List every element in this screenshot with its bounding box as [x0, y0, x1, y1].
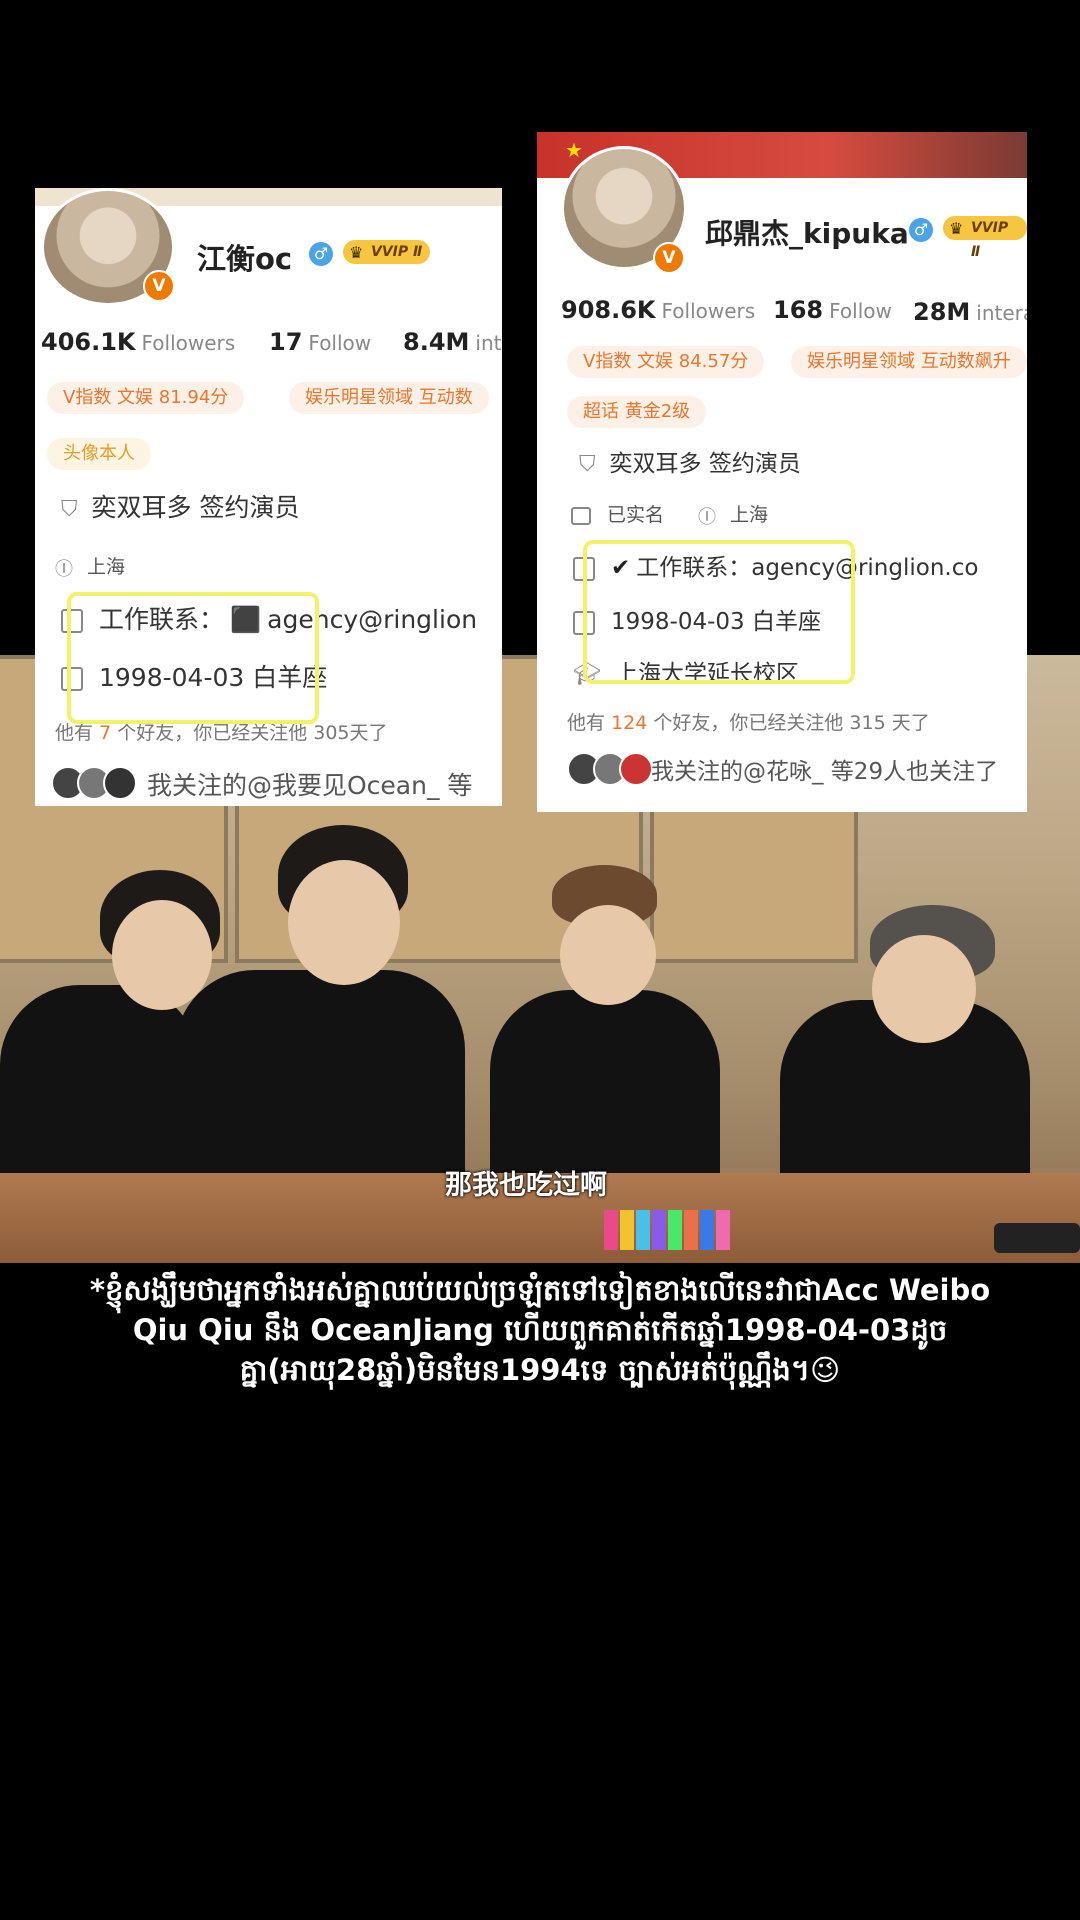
verified-row: 已实名 Ⓘ 上海: [571, 500, 768, 529]
domain-tag[interactable]: 娱乐明星领域 互动数: [289, 382, 489, 414]
follow-count: 168: [773, 296, 824, 324]
ip-row: Ⓘ 上海: [55, 552, 125, 581]
followers-stat[interactable]: 908.6K Followers: [561, 296, 755, 324]
interactions-stat[interactable]: 28Mintera: [913, 298, 1027, 326]
v-index-tag[interactable]: V指数 文娱 84.57分: [567, 346, 765, 378]
followers-label: Followers: [661, 299, 756, 323]
video-subtitle: 那我也吃过啊: [445, 1170, 607, 1201]
interactions-count: 28M: [913, 298, 971, 326]
male-gender-icon: ♂: [309, 242, 333, 266]
followers-count: 908.6K: [561, 296, 656, 324]
phone-on-table: [994, 1223, 1080, 1253]
avatar-real-tag[interactable]: 头像本人: [47, 438, 151, 470]
mutual-avatars[interactable]: [567, 752, 653, 790]
mutual-follow-text[interactable]: 我关注的@我要见Ocean_ 等: [147, 766, 472, 802]
verified-v-badge: V: [653, 242, 685, 274]
profile-name: 邱鼎杰_kipuka: [705, 217, 909, 250]
agency-text: 奕双耳多 签约演员: [91, 493, 300, 522]
followers-label: Followers: [141, 331, 236, 355]
friends-suffix: 个好友，你已经关注他 305天了: [117, 722, 388, 744]
follow-stat[interactable]: 168 Follow: [773, 296, 892, 324]
crown-icon: ♛: [949, 219, 964, 238]
friends-prefix: 他有: [55, 722, 94, 744]
profile-card-right: ★ V 邱鼎杰_kipuka ♂ ♛ VVIP Ⅱ 908.6K Followers…: [537, 132, 1027, 812]
interactions-stat[interactable]: 8.4M int: [403, 328, 501, 356]
follow-label: Follow: [829, 299, 892, 323]
ip-icon: Ⓘ: [698, 506, 717, 528]
super-topic-tag[interactable]: 超话 黄金2级: [567, 396, 707, 428]
color-markers: [604, 1210, 730, 1250]
vvip-label: VVIP Ⅱ: [371, 244, 423, 260]
vvip-badge[interactable]: ♛ VVIP Ⅱ: [943, 216, 1027, 260]
agency-row: ⛉ 奕双耳多 签约演员: [579, 444, 801, 478]
agency-row: ⛉ 奕双耳多 签约演员: [61, 488, 299, 524]
friends-row[interactable]: 他有 124 个好友，你已经关注他 315 天了: [567, 708, 930, 735]
interactions-label: intera: [976, 301, 1027, 325]
followers-count: 406.1K: [41, 328, 136, 356]
id-card-icon: [571, 506, 591, 525]
highlight-box: [67, 592, 319, 724]
vvip-label: VVIP Ⅱ: [971, 220, 1009, 260]
mutual-follow-text[interactable]: 我关注的@花咏_ 等29人也关注了: [651, 752, 998, 786]
friends-prefix: 他有: [567, 712, 606, 734]
friends-count: 7: [99, 722, 112, 744]
person-3-head: [560, 905, 656, 1005]
ip-icon: Ⓘ: [55, 558, 73, 580]
profile-card-left: V 江衡oc ♂ ♛ VVIP Ⅱ 406.1K Followers 17 Follo…: [35, 188, 502, 806]
verified-v-badge: V: [143, 270, 175, 302]
ip-location: 上海: [87, 556, 126, 578]
friends-suffix: 个好友，你已经关注他 315 天了: [653, 712, 930, 734]
profile-name: 江衡oc: [197, 242, 293, 276]
caption-text: *ខ្ញុំសង្ឃឹមថាអ្នកទាំងអស់គ្នាឈប់យល់ច្រឡំ…: [89, 1273, 991, 1387]
vvip-badge[interactable]: ♛ VVIP Ⅱ: [343, 240, 431, 264]
interactions-count: 8.4M: [403, 328, 470, 356]
shield-icon: ⛉: [61, 496, 78, 522]
shield-icon: ⛉: [579, 452, 596, 477]
followers-stat[interactable]: 406.1K Followers: [41, 328, 235, 356]
verified-text: 已实名: [607, 504, 665, 526]
agency-text: 奕双耳多 签约演员: [609, 451, 801, 477]
mutual-avatars[interactable]: [51, 766, 137, 804]
highlight-box: [583, 540, 855, 684]
interactions-label: int: [475, 331, 502, 355]
v-index-tag[interactable]: V指数 文娱 81.94分: [47, 382, 245, 414]
follow-stat[interactable]: 17 Follow: [269, 328, 371, 356]
person-2-head: [288, 860, 400, 985]
friends-count: 124: [611, 712, 648, 734]
male-gender-icon: ♂: [909, 218, 933, 242]
person-4-head: [872, 935, 976, 1043]
flag-star-icon: ★: [565, 138, 583, 162]
crown-icon: ♛: [349, 243, 364, 262]
domain-tag[interactable]: 娱乐明星领域 互动数飙升: [791, 346, 1027, 378]
follow-label: Follow: [308, 331, 372, 355]
follow-count: 17: [269, 328, 303, 356]
ip-location: 上海: [730, 504, 769, 526]
